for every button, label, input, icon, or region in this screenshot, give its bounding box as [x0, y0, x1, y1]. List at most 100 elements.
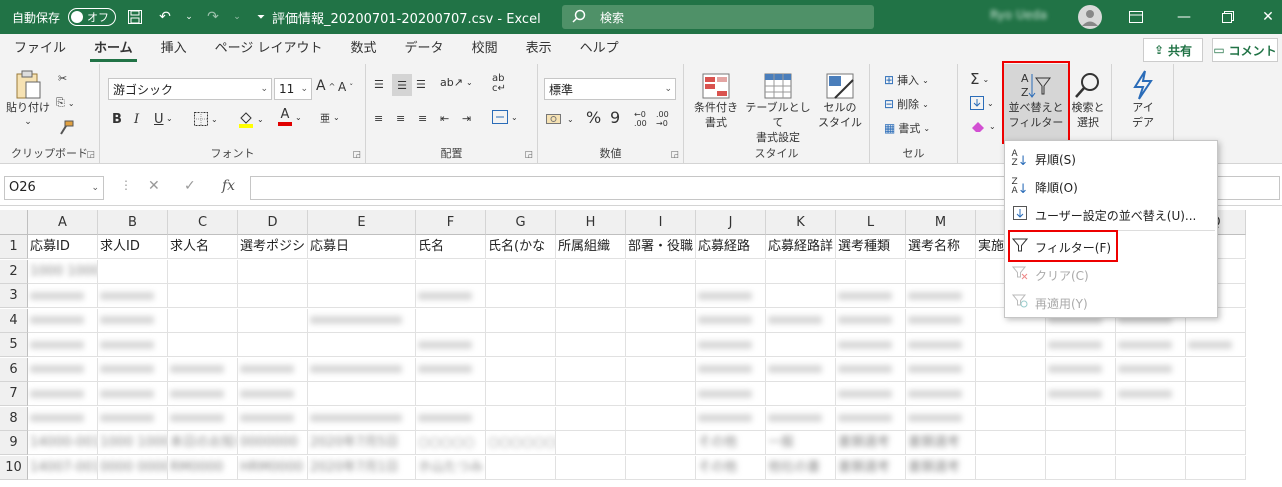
table-cell[interactable]: [556, 406, 626, 431]
table-cell[interactable]: [28, 284, 98, 308]
table-cell[interactable]: [28, 406, 98, 431]
table-cell[interactable]: [696, 308, 766, 333]
undo-icon[interactable]: ↶: [154, 6, 176, 28]
decrease-indent-icon[interactable]: ⇤: [440, 112, 449, 125]
row-header[interactable]: 3: [0, 284, 28, 308]
header-cell[interactable]: 応募経路: [696, 235, 766, 259]
tab-insert[interactable]: 挿入: [147, 34, 201, 64]
table-cell[interactable]: [976, 382, 1046, 406]
table-cell[interactable]: その他: [696, 455, 766, 480]
table-cell[interactable]: 書類選考: [906, 455, 976, 480]
table-cell[interactable]: [98, 406, 168, 431]
header-cell[interactable]: 所属組織: [556, 235, 626, 259]
table-cell[interactable]: [766, 284, 836, 308]
italic-button[interactable]: I: [134, 112, 139, 127]
redo-dropdown-icon[interactable]: ⌄: [232, 6, 242, 28]
row-header[interactable]: 5: [0, 333, 28, 357]
table-cell[interactable]: RM0000: [168, 455, 238, 480]
table-cell[interactable]: 2020年7月5日: [308, 431, 416, 455]
table-cell[interactable]: [1046, 406, 1116, 431]
table-cell[interactable]: [1116, 431, 1186, 455]
table-cell[interactable]: [238, 357, 308, 382]
table-cell[interactable]: [1046, 333, 1116, 357]
column-header[interactable]: D: [238, 210, 308, 235]
tab-help[interactable]: ヘルプ: [566, 34, 633, 64]
autosum-icon[interactable]: Σ ⌄: [970, 70, 989, 88]
cut-icon[interactable]: ✂: [58, 72, 67, 85]
table-cell[interactable]: [836, 284, 906, 308]
merge-center-icon[interactable]: ⌄: [492, 110, 518, 124]
tab-view[interactable]: 表示: [512, 34, 566, 64]
table-cell[interactable]: [626, 333, 696, 357]
table-cell[interactable]: [238, 259, 308, 284]
table-cell[interactable]: [1116, 455, 1186, 480]
table-cell[interactable]: 本日のお知らせ: [168, 431, 238, 455]
ideas-button[interactable]: アイ デア: [1120, 70, 1166, 130]
format-cells-button[interactable]: ▦ 書式 ⌄: [884, 120, 930, 136]
fill-color-icon[interactable]: ⌄: [238, 110, 264, 128]
insert-function-button[interactable]: fx: [222, 178, 235, 194]
bottom-align-icon[interactable]: ☰: [416, 78, 426, 91]
row-header[interactable]: 9: [0, 431, 28, 455]
table-cell[interactable]: [238, 406, 308, 431]
table-cell[interactable]: [486, 333, 556, 357]
table-cell[interactable]: [238, 333, 308, 357]
table-cell[interactable]: [626, 382, 696, 406]
table-cell[interactable]: [556, 284, 626, 308]
table-cell[interactable]: [98, 259, 168, 284]
clipboard-launcher-icon[interactable]: ◲: [86, 150, 95, 160]
font-size-combo[interactable]: 11 ⌄: [274, 78, 312, 100]
table-cell[interactable]: [168, 259, 238, 284]
table-cell[interactable]: [626, 455, 696, 480]
row-header[interactable]: 4: [0, 308, 28, 333]
table-cell[interactable]: 書類選考: [836, 431, 906, 455]
table-cell[interactable]: [836, 333, 906, 357]
table-cell[interactable]: [906, 308, 976, 333]
table-cell[interactable]: [766, 406, 836, 431]
column-header[interactable]: G: [486, 210, 556, 235]
column-header[interactable]: C: [168, 210, 238, 235]
save-icon[interactable]: [124, 6, 146, 28]
menu-item-custom-sort[interactable]: ユーザー設定の並べ替え(U)...: [1005, 201, 1217, 229]
table-cell[interactable]: [98, 308, 168, 333]
table-cell[interactable]: [766, 333, 836, 357]
table-cell[interactable]: [1116, 333, 1186, 357]
autosave-toggle[interactable]: オフ: [68, 8, 117, 26]
tab-page-layout[interactable]: ページ レイアウト: [201, 34, 337, 64]
row-header[interactable]: 1: [0, 235, 28, 259]
restore-icon[interactable]: [1216, 6, 1240, 28]
tab-home[interactable]: ホーム: [80, 34, 147, 64]
share-button[interactable]: ⇪ 共有: [1143, 38, 1203, 62]
header-cell[interactable]: 求人ID: [98, 235, 168, 259]
alignment-launcher-icon[interactable]: ◲: [524, 150, 533, 160]
header-cell[interactable]: 求人名: [168, 235, 238, 259]
table-cell[interactable]: [98, 357, 168, 382]
font-name-combo[interactable]: 游ゴシック ⌄: [108, 78, 272, 100]
table-cell[interactable]: 14000-0011-0000: [28, 431, 98, 455]
table-cell[interactable]: [168, 333, 238, 357]
row-header[interactable]: 6: [0, 357, 28, 382]
table-cell[interactable]: [626, 406, 696, 431]
table-cell[interactable]: HRM0000: [238, 455, 308, 480]
middle-align-icon[interactable]: ☰: [392, 74, 412, 96]
tab-file[interactable]: ファイル: [0, 34, 80, 64]
header-cell[interactable]: 選考名称: [906, 235, 976, 259]
table-cell[interactable]: [1116, 382, 1186, 406]
table-cell[interactable]: [28, 308, 98, 333]
format-painter-icon[interactable]: [58, 120, 74, 136]
menu-item-sort-descending[interactable]: Z A↓ 降順(O): [1005, 173, 1217, 201]
percent-style-button[interactable]: %: [586, 108, 601, 127]
table-cell[interactable]: [696, 382, 766, 406]
table-cell[interactable]: [486, 357, 556, 382]
tab-review[interactable]: 校閲: [458, 34, 512, 64]
table-cell[interactable]: [906, 284, 976, 308]
fill-icon[interactable]: ⌄: [970, 96, 994, 110]
column-header[interactable]: L: [836, 210, 906, 235]
table-cell[interactable]: ○○○○○: [416, 431, 486, 455]
column-header[interactable]: B: [98, 210, 168, 235]
table-cell[interactable]: [696, 333, 766, 357]
table-cell[interactable]: [626, 357, 696, 382]
table-cell[interactable]: [28, 333, 98, 357]
table-cell[interactable]: [626, 284, 696, 308]
table-cell[interactable]: [1186, 406, 1246, 431]
